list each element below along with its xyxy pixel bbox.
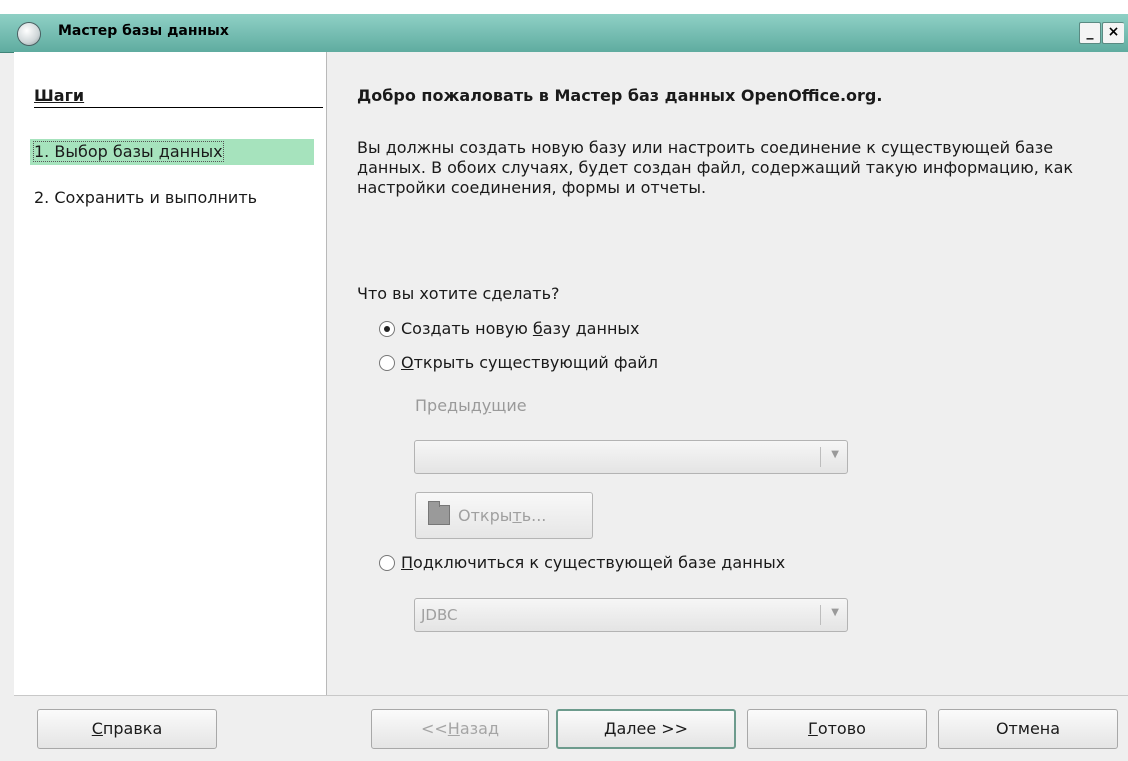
- open-file-button[interactable]: Открыть...: [415, 492, 593, 539]
- recent-label: Предыдущие: [415, 396, 527, 415]
- option-create-new-database[interactable]: Создать новую базу данных: [379, 318, 640, 340]
- combo-separator: [820, 447, 821, 467]
- welcome-heading: Добро пожаловать в Мастер баз данных Ope…: [357, 86, 883, 105]
- button-label-part: отово: [817, 719, 866, 738]
- connection-type-combo[interactable]: JDBC ▼: [414, 598, 848, 632]
- database-wizard-window: Мастер базы данных _ × Шаги 1. Выбор баз…: [0, 14, 1128, 761]
- option-connect-existing-database[interactable]: Подключиться к существующей базе данных: [379, 552, 785, 574]
- help-button[interactable]: Справка: [37, 709, 217, 749]
- mnemonic-letter: О: [401, 353, 414, 372]
- label-part: Преды: [415, 396, 471, 415]
- cancel-button[interactable]: Отмена: [938, 709, 1118, 749]
- radio-unchecked-icon[interactable]: [379, 554, 395, 571]
- option-label-part: одключиться к существующей базе данных: [413, 553, 786, 572]
- window-title: Мастер базы данных: [58, 23, 229, 39]
- option-label-part: ткрыть существующий файл: [413, 353, 658, 372]
- step-label: 2. Сохранить и выполнить: [34, 188, 258, 207]
- step-label: 1. Выбор базы данных: [33, 141, 224, 162]
- button-label-part: алее >>: [616, 719, 689, 738]
- minimize-button[interactable]: _: [1079, 22, 1101, 44]
- chevron-down-icon[interactable]: ▼: [831, 607, 839, 618]
- label-part: ь...: [521, 506, 547, 525]
- content-pane: Добро пожаловать в Мастер баз данных Ope…: [327, 52, 1128, 695]
- mnemonic-letter: Д: [603, 719, 617, 738]
- button-bar-divider: [14, 695, 1128, 696]
- button-label-part: азад: [459, 719, 500, 738]
- radio-checked-icon[interactable]: [379, 320, 395, 337]
- next-button[interactable]: Далее >>: [556, 709, 736, 749]
- titlebar: Мастер базы данных _ ×: [0, 14, 1128, 53]
- mnemonic-letter: ду: [470, 396, 492, 415]
- folder-icon: [428, 501, 450, 525]
- mnemonic-letter: Н: [447, 719, 460, 738]
- steps-heading: Шаги: [34, 86, 323, 108]
- combo-value: JDBC: [421, 606, 458, 624]
- option-label-part: азу данных: [542, 319, 640, 338]
- back-button[interactable]: <<Назад: [371, 709, 549, 749]
- option-open-existing-file[interactable]: Открыть существующий файл: [379, 352, 658, 374]
- mnemonic-letter: т: [512, 506, 522, 525]
- finish-button[interactable]: Готово: [747, 709, 927, 749]
- label-part: щие: [491, 396, 527, 415]
- chevron-down-icon[interactable]: ▼: [831, 449, 839, 460]
- mnemonic-letter: Г: [808, 719, 818, 738]
- option-label-part: Создать новую: [401, 319, 533, 338]
- open-button-label: Открыть...: [458, 506, 546, 525]
- app-icon: [18, 23, 40, 45]
- button-label-part: <<: [420, 719, 448, 738]
- button-label-part: правка: [102, 719, 163, 738]
- steps-pane: Шаги 1. Выбор базы данных 2. Сохранить и…: [14, 52, 327, 695]
- mnemonic-letter: С: [91, 719, 103, 738]
- description-text: Вы должны создать новую базу или настрои…: [357, 138, 1074, 197]
- radio-unchecked-icon[interactable]: [379, 354, 395, 371]
- mnemonic-letter: П: [401, 553, 414, 572]
- step-item-select-database[interactable]: 1. Выбор базы данных: [30, 139, 314, 165]
- recent-files-combo[interactable]: ▼: [414, 440, 848, 474]
- label-part: Откры: [458, 506, 513, 525]
- close-button[interactable]: ×: [1102, 22, 1124, 44]
- mnemonic-letter: б: [532, 319, 543, 338]
- combo-separator: [820, 605, 821, 625]
- step-item-save-and-proceed[interactable]: 2. Сохранить и выполнить: [30, 185, 261, 211]
- question-label: Что вы хотите сделать?: [357, 284, 560, 303]
